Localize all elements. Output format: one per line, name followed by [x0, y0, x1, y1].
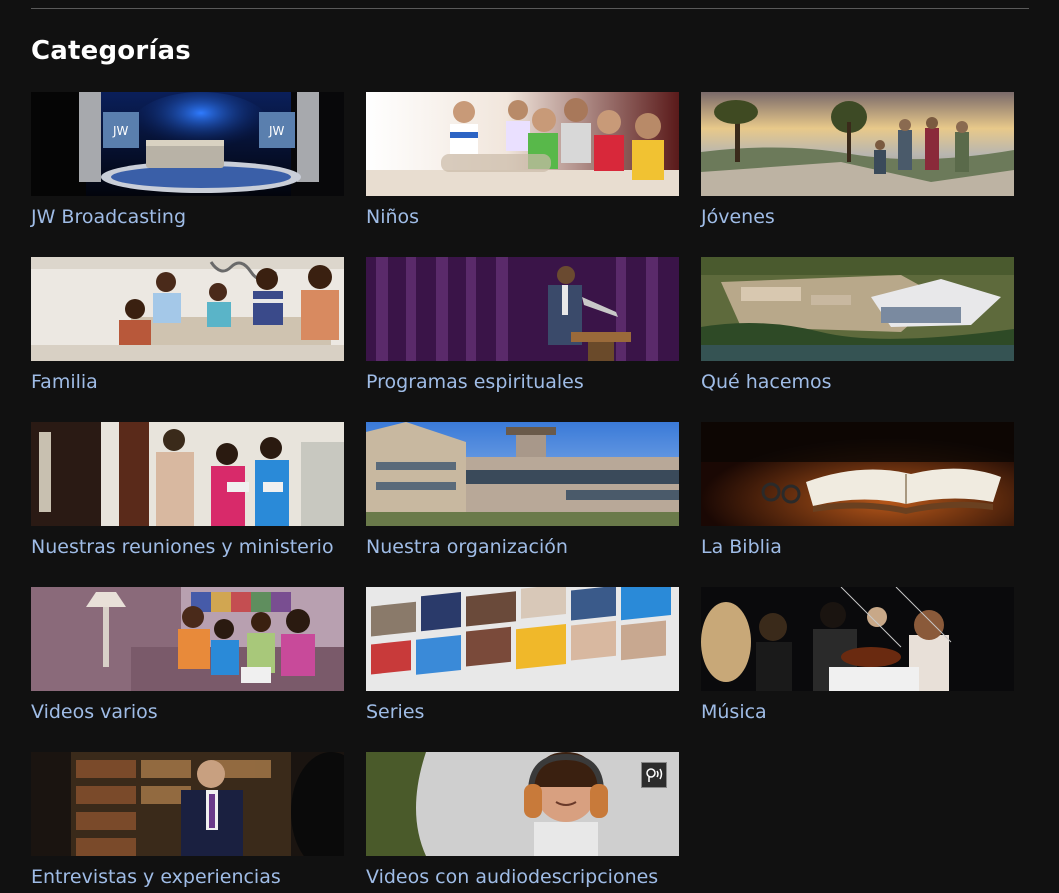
category-label[interactable]: Niños [366, 205, 679, 229]
category-card-programas-espirituales[interactable]: Programas espirituales [366, 257, 679, 422]
category-label[interactable]: Videos varios [31, 700, 344, 724]
youth-hiking-image[interactable] [701, 92, 1014, 196]
open-bible-image[interactable] [701, 422, 1014, 526]
category-grid: JW JW JW Broadcasting Niños Jóvenes Fami… [31, 92, 1014, 893]
children-sitting-image[interactable] [366, 92, 679, 196]
speaker-podium-image[interactable] [366, 257, 679, 361]
family-reading-image[interactable] [31, 257, 344, 361]
category-label[interactable]: Familia [31, 370, 344, 394]
category-label[interactable]: JW Broadcasting [31, 205, 344, 229]
construction-site-image[interactable] [701, 257, 1014, 361]
category-card-musica[interactable]: Música [701, 587, 1014, 752]
doorstep-ministry-image[interactable] [31, 422, 344, 526]
category-card-jovenes[interactable]: Jóvenes [701, 92, 1014, 257]
category-card-que-hacemos[interactable]: Qué hacemos [701, 257, 1014, 422]
category-card-entrevistas[interactable]: Entrevistas y experiencias [31, 752, 344, 893]
series-collage-image[interactable] [366, 587, 679, 691]
category-card-familia[interactable]: Familia [31, 257, 344, 422]
category-card-nuestra-organizacion[interactable]: Nuestra organización [366, 422, 679, 587]
category-card-ninos[interactable]: Niños [366, 92, 679, 257]
headphones-listener-image[interactable] [366, 752, 679, 856]
category-card-jw-broadcasting[interactable]: JW JW JW Broadcasting [31, 92, 344, 257]
section-divider [31, 8, 1029, 9]
category-label[interactable]: Nuestra organización [366, 535, 679, 559]
category-label[interactable]: Qué hacemos [701, 370, 1014, 394]
interview-image[interactable] [31, 752, 344, 856]
audio-description-icon [641, 762, 667, 788]
category-card-series[interactable]: Series [366, 587, 679, 752]
category-label[interactable]: Series [366, 700, 679, 724]
category-label[interactable]: La Biblia [701, 535, 1014, 559]
category-label[interactable]: Jóvenes [701, 205, 1014, 229]
headquarters-building-image[interactable] [366, 422, 679, 526]
category-card-videos-varios[interactable]: Videos varios [31, 587, 344, 752]
studio-desk-image[interactable]: JW JW [31, 92, 344, 196]
category-label[interactable]: Entrevistas y experiencias [31, 865, 344, 889]
categories-page: Categorías JW JW JW Broadcasting Niños J… [0, 0, 1059, 893]
category-label[interactable]: Música [701, 700, 1014, 724]
category-label[interactable]: Videos con audiodescripciones [366, 865, 679, 889]
family-couch-image[interactable] [31, 587, 344, 691]
svg-text:JW: JW [268, 124, 285, 138]
category-label[interactable]: Programas espirituales [366, 370, 679, 394]
category-label[interactable]: Nuestras reuniones y ministerio [31, 535, 344, 559]
category-card-la-biblia[interactable]: La Biblia [701, 422, 1014, 587]
section-title: Categorías [31, 36, 191, 66]
svg-text:JW: JW [112, 124, 129, 138]
orchestra-image[interactable] [701, 587, 1014, 691]
category-card-reuniones-ministerio[interactable]: Nuestras reuniones y ministerio [31, 422, 344, 587]
category-card-audiodescripciones[interactable]: Videos con audiodescripciones [366, 752, 679, 893]
